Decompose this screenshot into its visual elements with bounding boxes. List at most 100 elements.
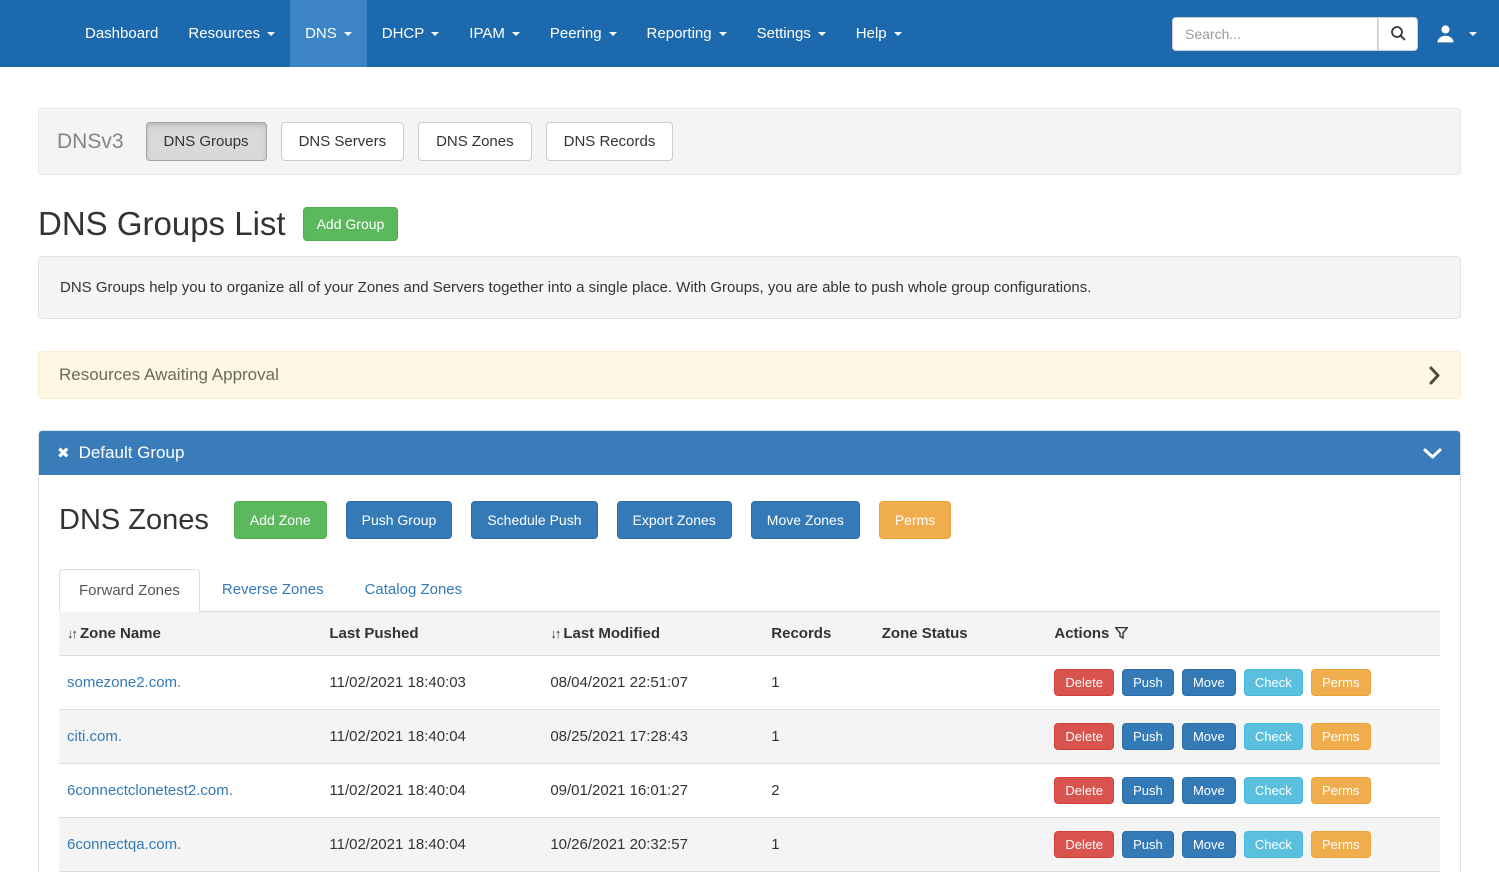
push-group-button[interactable]: Push Group (346, 501, 453, 539)
remove-group-icon[interactable]: ✖ (57, 444, 70, 462)
filter-icon[interactable] (1115, 627, 1128, 639)
nav-item-dashboard[interactable]: Dashboard (70, 0, 173, 67)
collapse-toggle[interactable] (1423, 448, 1442, 459)
perms-row-button[interactable]: Perms (1311, 669, 1371, 696)
nav-item-resources[interactable]: Resources (173, 0, 290, 67)
page-title: DNS Groups List (38, 205, 286, 243)
nav-item-label: Help (856, 25, 887, 42)
export-zones-button[interactable]: Export Zones (617, 501, 732, 539)
delete-button[interactable]: Delete (1054, 777, 1114, 804)
add-group-button[interactable]: Add Group (303, 207, 399, 241)
group-panel-body: DNS Zones Add Zone Push Group Schedule P… (39, 475, 1460, 872)
nav-item-peering[interactable]: Peering (535, 0, 632, 67)
zone-name-link[interactable]: somezone2.com. (67, 674, 181, 691)
perms-row-button[interactable]: Perms (1311, 723, 1371, 750)
top-navbar: Dashboard Resources DNS DHCP IPAM Peerin… (0, 0, 1499, 67)
column-header-zone-status[interactable]: Zone Status (882, 625, 968, 642)
last-modified-cell: 10/26/2021 20:32:57 (542, 818, 763, 872)
records-cell: 1 (763, 656, 873, 710)
delete-button[interactable]: Delete (1054, 831, 1114, 858)
move-button[interactable]: Move (1182, 669, 1236, 696)
zone-status-cell (874, 656, 1047, 710)
nav-item-dns[interactable]: DNS (290, 0, 367, 67)
nav-item-label: DNS (305, 25, 337, 42)
nav-item-help[interactable]: Help (841, 0, 917, 67)
column-header-records[interactable]: Records (771, 625, 831, 642)
search-button[interactable] (1378, 17, 1418, 51)
schedule-push-button[interactable]: Schedule Push (471, 501, 597, 539)
tab-dns-groups[interactable]: DNS Groups (146, 122, 267, 161)
last-pushed-cell: 11/02/2021 18:40:04 (321, 818, 542, 872)
table-header-row: ↓↑Zone Name Last Pushed ↓↑Last Modified … (59, 612, 1440, 656)
zone-status-cell (874, 710, 1047, 764)
delete-button[interactable]: Delete (1054, 669, 1114, 696)
nav-item-dhcp[interactable]: DHCP (367, 0, 455, 67)
actions-cell: Delete Push Move Check Perms (1046, 764, 1440, 818)
tab-dns-records[interactable]: DNS Records (546, 122, 674, 161)
actions-cell: Delete Push Move Check Perms (1046, 656, 1440, 710)
sort-icon[interactable]: ↓↑ (550, 626, 563, 641)
last-pushed-cell: 11/02/2021 18:40:04 (321, 710, 542, 764)
add-zone-button[interactable]: Add Zone (234, 501, 327, 539)
zone-name-link[interactable]: 6connectclonetest2.com. (67, 782, 233, 799)
move-button[interactable]: Move (1182, 777, 1236, 804)
table-row: somezone2.com. 11/02/2021 18:40:03 08/04… (59, 656, 1440, 710)
caret-down-icon (344, 32, 352, 36)
table-row: 6connectqa.com. 11/02/2021 18:40:04 10/2… (59, 818, 1440, 872)
perms-row-button[interactable]: Perms (1311, 777, 1371, 804)
zones-table: ↓↑Zone Name Last Pushed ↓↑Last Modified … (59, 612, 1440, 872)
nav-item-ipam[interactable]: IPAM (454, 0, 535, 67)
move-button[interactable]: Move (1182, 723, 1236, 750)
zone-name-link[interactable]: 6connectqa.com. (67, 836, 181, 853)
records-cell: 1 (763, 710, 873, 764)
nav-item-label: IPAM (469, 25, 505, 42)
page-header: DNS Groups List Add Group (38, 205, 1461, 243)
last-pushed-cell: 11/02/2021 18:40:04 (321, 764, 542, 818)
move-zones-button[interactable]: Move Zones (751, 501, 860, 539)
dnsv3-subnav: DNSv3 DNS Groups DNS Servers DNS Zones D… (38, 108, 1461, 175)
column-header-zone-name[interactable]: Zone Name (80, 625, 161, 642)
tab-dns-servers[interactable]: DNS Servers (281, 122, 405, 161)
caret-down-icon (818, 32, 826, 36)
perms-button[interactable]: Perms (879, 501, 951, 539)
tab-reverse-zones[interactable]: Reverse Zones (203, 569, 343, 612)
chevron-right-icon (1429, 366, 1440, 385)
group-panel-header[interactable]: ✖ Default Group (39, 431, 1460, 475)
resources-awaiting-approval-panel[interactable]: Resources Awaiting Approval (38, 351, 1461, 399)
group-title: Default Group (79, 443, 185, 463)
last-modified-cell: 08/04/2021 22:51:07 (542, 656, 763, 710)
chevron-down-icon (1423, 448, 1442, 459)
check-button[interactable]: Check (1244, 723, 1303, 750)
perms-row-button[interactable]: Perms (1311, 831, 1371, 858)
tab-catalog-zones[interactable]: Catalog Zones (346, 569, 482, 612)
delete-button[interactable]: Delete (1054, 723, 1114, 750)
caret-down-icon (719, 32, 727, 36)
column-header-last-modified[interactable]: Last Modified (563, 625, 660, 642)
dnsv3-label: DNSv3 (57, 130, 124, 154)
check-button[interactable]: Check (1244, 669, 1303, 696)
tab-forward-zones[interactable]: Forward Zones (59, 569, 200, 612)
caret-down-icon (512, 32, 520, 36)
push-button[interactable]: Push (1122, 669, 1174, 696)
push-button[interactable]: Push (1122, 777, 1174, 804)
tab-dns-zones[interactable]: DNS Zones (418, 122, 532, 161)
check-button[interactable]: Check (1244, 831, 1303, 858)
nav-item-settings[interactable]: Settings (742, 0, 841, 67)
push-button[interactable]: Push (1122, 831, 1174, 858)
records-cell: 1 (763, 818, 873, 872)
approval-panel-title: Resources Awaiting Approval (59, 365, 279, 385)
nav-item-label: DHCP (382, 25, 425, 42)
actions-cell: Delete Push Move Check Perms (1046, 710, 1440, 764)
user-menu[interactable] (1432, 24, 1481, 43)
push-button[interactable]: Push (1122, 723, 1174, 750)
user-icon (1436, 24, 1455, 43)
sort-icon[interactable]: ↓↑ (67, 626, 80, 641)
column-header-last-pushed[interactable]: Last Pushed (329, 625, 418, 642)
move-button[interactable]: Move (1182, 831, 1236, 858)
zone-name-link[interactable]: citi.com. (67, 728, 122, 745)
nav-item-label: Dashboard (85, 25, 158, 42)
caret-down-icon (894, 32, 902, 36)
check-button[interactable]: Check (1244, 777, 1303, 804)
search-input[interactable] (1172, 17, 1378, 51)
nav-item-reporting[interactable]: Reporting (632, 0, 742, 67)
